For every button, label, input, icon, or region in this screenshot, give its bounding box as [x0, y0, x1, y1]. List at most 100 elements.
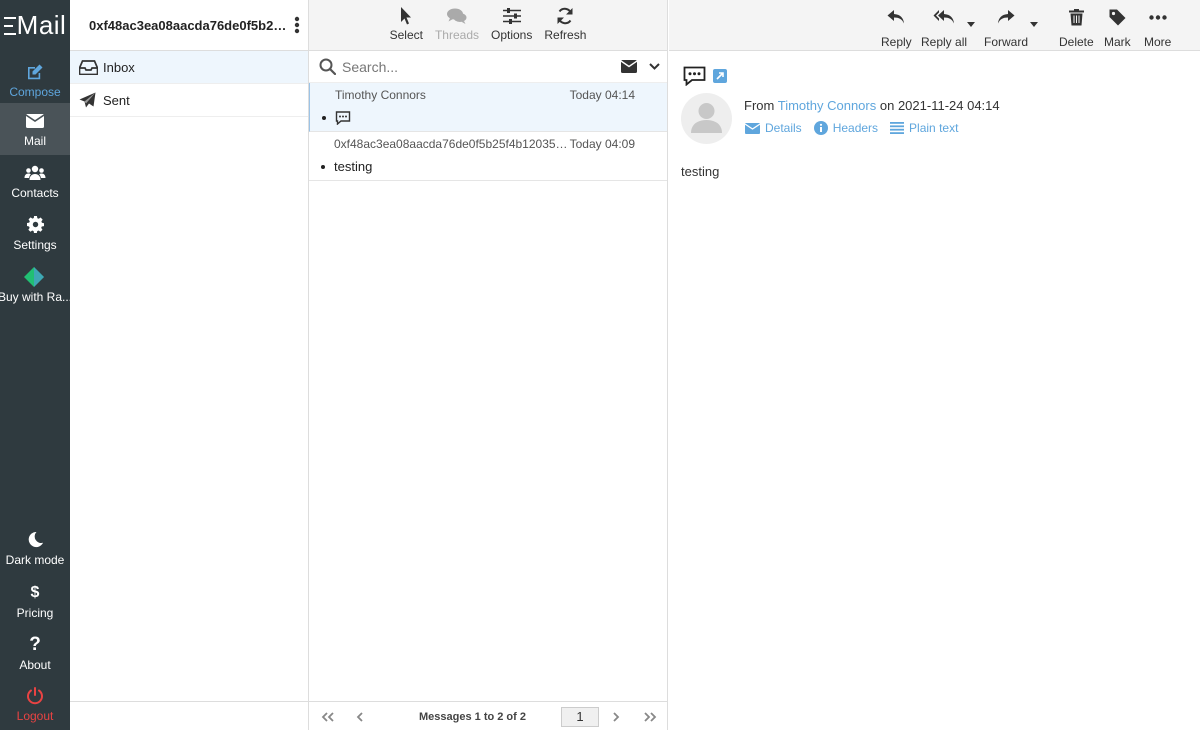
nav-contacts-label: Contacts	[11, 185, 59, 200]
select-label: Select	[389, 28, 423, 42]
nav-buy-label: Buy with Ra...	[0, 289, 70, 304]
nav-dark-mode[interactable]: Dark mode	[0, 522, 70, 574]
reply-all-button[interactable]: Reply all	[921, 6, 967, 49]
more-label: More	[1144, 35, 1172, 49]
mark-button[interactable]: Mark	[1104, 6, 1131, 49]
nav-contacts[interactable]: Contacts	[0, 155, 70, 207]
comment-dots-icon	[683, 66, 706, 86]
options-button[interactable]: Options	[491, 5, 532, 42]
details-link[interactable]: Details	[745, 121, 802, 135]
threads-button[interactable]: Threads	[435, 5, 479, 42]
moon-icon	[27, 530, 44, 550]
options-label: Options	[491, 28, 533, 42]
details-label: Details	[765, 121, 802, 135]
paper-plane-icon	[79, 92, 101, 109]
message-row[interactable]: Timothy Connors Today 04:14	[309, 83, 667, 132]
nav-buy[interactable]: Buy with Ra...	[0, 259, 70, 311]
envelope-icon	[26, 111, 44, 131]
compose-icon	[26, 62, 44, 82]
headers-link[interactable]: Headers	[813, 121, 879, 135]
search-icon[interactable]	[319, 58, 336, 75]
open-external-icon[interactable]	[713, 69, 727, 83]
message-count: Messages 1 to 2 of 2	[419, 711, 526, 723]
folder-sent[interactable]: Sent	[70, 84, 308, 117]
refresh-icon	[556, 5, 574, 27]
reply-label: Reply	[881, 35, 912, 49]
nav-mail[interactable]: Mail	[0, 103, 70, 155]
message-from: 0xf48ac3ea08aacda76de0f5b25f4b1203563...	[334, 137, 572, 151]
plain-text-link[interactable]: Plain text	[890, 121, 958, 135]
sender-link[interactable]: Timothy Connors	[778, 98, 877, 113]
refresh-button[interactable]: Refresh	[544, 5, 586, 42]
nav-logout-label: Logout	[16, 708, 54, 723]
nav-about[interactable]: ? About	[0, 627, 70, 679]
inbox-icon	[79, 59, 101, 75]
gear-icon	[26, 215, 44, 235]
reader-toolbar: Reply Reply all Forward Delete Mark More	[669, 0, 1200, 51]
comment-dots-icon	[335, 111, 351, 125]
message-subject: testing	[334, 159, 373, 174]
more-button[interactable]: More	[1144, 6, 1171, 49]
headers-label: Headers	[832, 121, 879, 135]
list-toolbar: Select Threads Options Refresh	[309, 0, 667, 51]
folder-inbox-label: Inbox	[103, 59, 135, 75]
nav-settings[interactable]: Settings	[0, 207, 70, 259]
forward-button[interactable]: Forward	[984, 6, 1028, 49]
message-body: testing	[681, 164, 720, 179]
select-button[interactable]: Select	[390, 5, 423, 42]
folder-inbox[interactable]: Inbox	[70, 51, 308, 84]
reply-icon	[887, 6, 905, 28]
reply-all-icon	[933, 6, 955, 28]
nav-pricing-label: Pricing	[16, 605, 54, 620]
nav-pricing[interactable]: $ Pricing	[0, 575, 70, 627]
message-date: Today 04:09	[569, 137, 635, 151]
question-icon: ?	[29, 633, 41, 655]
users-icon	[24, 163, 46, 183]
tag-icon	[1109, 6, 1126, 28]
message-date: Today 04:14	[569, 88, 635, 102]
nav-compose[interactable]: Compose	[0, 54, 70, 106]
header-links: Details Headers Plain text	[745, 121, 970, 135]
envelope-filter-icon[interactable]	[621, 60, 637, 73]
message-date: 2021-11-24 04:14	[897, 98, 1000, 113]
date-prefix: on	[879, 98, 895, 113]
folder-pane: 0xf48ac3ea08aacda76de0f5b25f... Inbox Se…	[70, 0, 309, 730]
next-page-icon[interactable]	[612, 712, 620, 722]
message-from: Timothy Connors	[335, 88, 426, 102]
delete-button[interactable]: Delete	[1059, 6, 1094, 49]
unread-dot	[321, 165, 325, 169]
main-nav: Mail Compose Mail Contacts Settings Buy …	[0, 0, 70, 730]
lines-icon	[890, 122, 905, 134]
plain-text-label: Plain text	[909, 121, 959, 135]
message-row[interactable]: 0xf48ac3ea08aacda76de0f5b25f4b1203563...…	[309, 132, 667, 181]
nav-logout[interactable]: Logout	[0, 678, 70, 730]
nav-settings-label: Settings	[13, 237, 57, 252]
nav-mail-label: Mail	[23, 133, 46, 148]
account-name: 0xf48ac3ea08aacda76de0f5b25f...	[89, 17, 289, 33]
reply-button[interactable]: Reply	[881, 6, 912, 49]
first-page-icon[interactable]	[321, 712, 335, 722]
comments-icon	[446, 5, 467, 27]
reply-all-caret-icon[interactable]	[967, 22, 975, 27]
sliders-icon	[502, 5, 521, 27]
forward-caret-icon[interactable]	[1030, 22, 1038, 27]
dollar-icon: $	[30, 583, 40, 601]
mark-label: Mark	[1104, 35, 1131, 49]
chevron-down-icon[interactable]	[649, 63, 660, 70]
page-number-input[interactable]: 1	[561, 707, 599, 727]
forward-label: Forward	[984, 35, 1029, 49]
nav-about-label: About	[19, 657, 51, 672]
info-icon	[813, 121, 828, 135]
vertical-dots-icon[interactable]	[294, 16, 300, 34]
power-icon	[26, 686, 44, 706]
reply-all-label: Reply all	[921, 35, 968, 49]
forward-icon	[997, 6, 1015, 28]
last-page-icon[interactable]	[643, 712, 657, 722]
search-input[interactable]	[342, 58, 602, 75]
refresh-label: Refresh	[544, 28, 587, 42]
search-bar	[309, 51, 667, 83]
avatar	[681, 93, 732, 144]
folder-footer	[70, 701, 309, 730]
prev-page-icon[interactable]	[356, 712, 364, 722]
app-logo[interactable]: Mail	[0, 0, 70, 51]
